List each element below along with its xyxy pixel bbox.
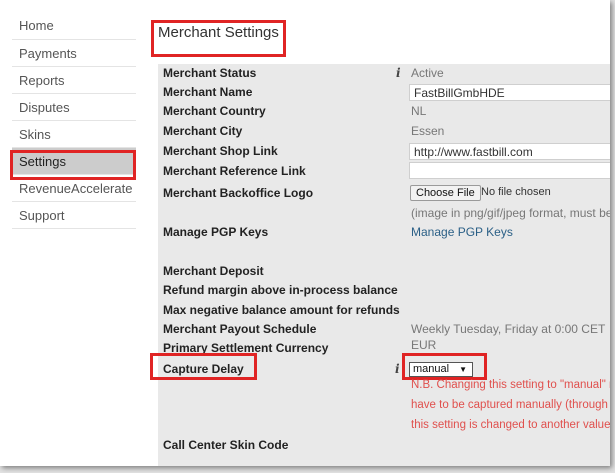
sidebar-item-settings[interactable]: Settings (12, 148, 136, 175)
refund-margin-label: Refund margin above in-process balance (163, 283, 398, 297)
merchant-name-label: Merchant Name (163, 85, 253, 99)
info-icon[interactable]: i (395, 362, 400, 376)
merchant-reference-link-field[interactable] (409, 162, 610, 179)
sidebar-item-skins[interactable]: Skins (12, 121, 136, 148)
merchant-reference-link-label: Merchant Reference Link (163, 164, 306, 178)
sidebar-nav: Home Payments Reports Disputes Skins Set… (12, 12, 136, 229)
sidebar-item-disputes[interactable]: Disputes (12, 94, 136, 121)
page-title: Merchant Settings (158, 24, 279, 41)
pgp-keys-label: Manage PGP Keys (163, 225, 269, 239)
payout-schedule-label: Merchant Payout Schedule (163, 322, 317, 336)
settlement-currency-value: EUR (411, 338, 437, 352)
sidebar-item-revenueaccelerate[interactable]: RevenueAccelerate (12, 175, 136, 202)
merchant-city-value: Essen (411, 124, 445, 138)
info-icon[interactable]: i (396, 66, 401, 80)
merchant-deposit-label: Merchant Deposit (163, 264, 264, 278)
sidebar-item-home[interactable]: Home (12, 12, 136, 40)
merchant-country-value: NL (411, 104, 427, 118)
merchant-status-value: Active (411, 66, 444, 80)
merchant-city-label: Merchant City (163, 124, 243, 138)
merchant-shop-link-field[interactable]: http://www.fastbill.com (409, 143, 610, 160)
settlement-currency-label: Primary Settlement Currency (163, 341, 329, 355)
capture-delay-select[interactable]: manual ▼ (409, 362, 473, 377)
capture-delay-selected-value: manual (413, 363, 450, 375)
capture-delay-note-line-3: this setting is changed to another value (411, 419, 610, 431)
merchant-status-label: Merchant Status (163, 66, 257, 80)
sidebar-item-support[interactable]: Support (12, 202, 136, 229)
backoffice-logo-label: Merchant Backoffice Logo (163, 186, 314, 200)
max-negative-balance-label: Max negative balance amount for refunds (163, 303, 400, 317)
dropdown-caret-icon: ▼ (459, 365, 467, 374)
sidebar-item-reports[interactable]: Reports (12, 67, 136, 94)
file-status-text: No file chosen (481, 186, 551, 198)
merchant-name-field[interactable]: FastBillGmbHDE (409, 84, 610, 101)
capture-delay-label: Capture Delay (163, 362, 244, 376)
sidebar-item-payments[interactable]: Payments (12, 40, 136, 67)
app-window: Home Payments Reports Disputes Skins Set… (0, 0, 610, 466)
payout-schedule-value: Weekly Tuesday, Friday at 0:00 CET (411, 322, 606, 336)
manage-pgp-keys-link[interactable]: Manage PGP Keys (411, 225, 513, 239)
merchant-country-label: Merchant Country (163, 104, 266, 118)
choose-file-button[interactable]: Choose File (410, 185, 481, 201)
capture-delay-note-line-2: have to be captured manually (through (411, 399, 608, 411)
call-center-skin-code-label: Call Center Skin Code (163, 438, 289, 452)
capture-delay-note-line-1: N.B. Changing this setting to "manual" r (411, 379, 610, 391)
logo-format-hint: (image in png/gif/jpeg format, must be (411, 206, 610, 220)
merchant-shop-link-label: Merchant Shop Link (163, 144, 278, 158)
